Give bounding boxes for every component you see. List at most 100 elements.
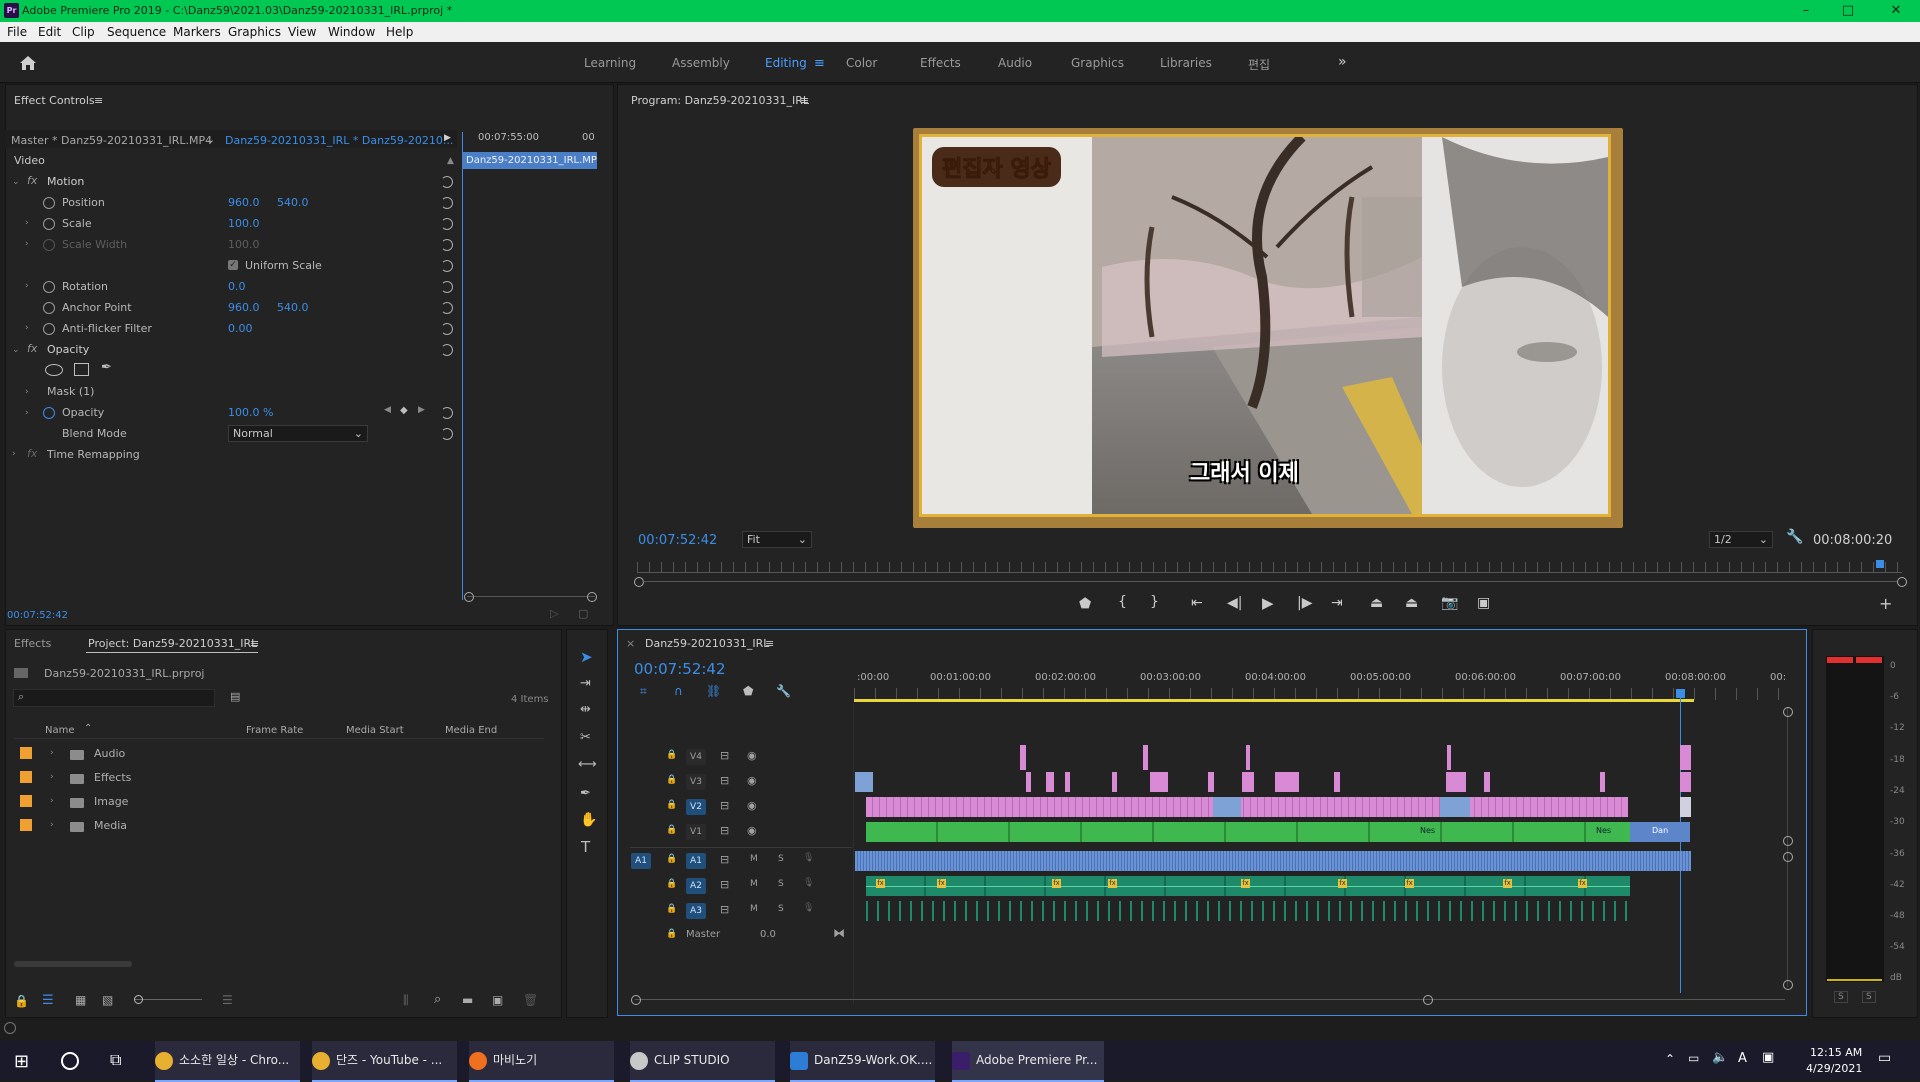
- find-icon[interactable]: ⌕: [434, 992, 441, 1007]
- clip[interactable]: [1020, 745, 1026, 770]
- lock-icon[interactable]: 🔒: [666, 854, 677, 864]
- reset-icon[interactable]: [441, 344, 453, 356]
- scale-value[interactable]: 100.0: [228, 217, 260, 234]
- sync-lock-icon[interactable]: ⊟: [720, 853, 729, 866]
- add-keyframe-icon[interactable]: ◆: [400, 405, 408, 422]
- resolution-dropdown[interactable]: 1/2 ⌄: [1709, 531, 1773, 548]
- ec-timecode[interactable]: 00:07:52:42: [7, 610, 68, 621]
- clip[interactable]: [1065, 772, 1070, 792]
- go-to-in-icon[interactable]: ⇤: [1191, 595, 1203, 611]
- col-frame-rate[interactable]: Frame Rate: [246, 725, 303, 736]
- sync-lock-icon[interactable]: ⊟: [720, 824, 729, 837]
- rotation-value[interactable]: 0.0: [228, 280, 246, 297]
- lift-icon[interactable]: ⏏: [1370, 595, 1383, 611]
- expand-folder-icon[interactable]: ›: [50, 748, 54, 758]
- clip[interactable]: [1334, 772, 1340, 792]
- icon-view-icon[interactable]: ▦: [75, 993, 86, 1007]
- timeline-playhead-handle[interactable]: [1676, 689, 1685, 698]
- clock-time[interactable]: 12:15 AM: [1810, 1046, 1862, 1059]
- lock-icon[interactable]: 🔒: [666, 904, 677, 914]
- workspace-menu-icon[interactable]: ≡: [814, 56, 825, 71]
- mute-button[interactable]: M: [750, 854, 758, 864]
- project-search-input[interactable]: ⌕: [13, 689, 215, 707]
- menu-edit[interactable]: Edit: [38, 25, 61, 39]
- solo-left-button[interactable]: S: [1834, 991, 1848, 1003]
- panel-menu-icon[interactable]: ≡: [94, 94, 103, 107]
- clip[interactable]: [1246, 745, 1250, 770]
- linked-selection-icon[interactable]: ⛓: [706, 684, 721, 698]
- panel-menu-icon[interactable]: ≡: [765, 637, 774, 650]
- export-icon[interactable]: ▷: [550, 607, 558, 620]
- expand-time-remap-icon[interactable]: ›: [12, 449, 16, 459]
- track-v4[interactable]: V4: [686, 749, 706, 765]
- timeline-timecode[interactable]: 00:07:52:42: [634, 660, 726, 678]
- ellipse-mask-icon[interactable]: [45, 364, 63, 376]
- label-color-swatch[interactable]: [20, 819, 32, 831]
- reset-icon[interactable]: [441, 260, 453, 272]
- anchor-y[interactable]: 540.0: [277, 301, 309, 318]
- rectangle-mask-icon[interactable]: [74, 363, 89, 376]
- solo-right-button[interactable]: S: [1862, 991, 1876, 1003]
- mic-icon[interactable]: 🎙: [803, 903, 814, 913]
- task-view-icon[interactable]: ⧉: [110, 1050, 121, 1070]
- horizontal-scrollbar[interactable]: [14, 961, 132, 967]
- eye-icon[interactable]: ◉: [747, 824, 757, 837]
- clip[interactable]: [1680, 772, 1691, 792]
- col-media-end[interactable]: Media End: [445, 725, 497, 736]
- stopwatch-icon[interactable]: [43, 197, 55, 209]
- expand-motion-icon[interactable]: ⌄: [12, 177, 20, 187]
- reset-icon[interactable]: [441, 218, 453, 230]
- panel-menu-icon[interactable]: ≡: [250, 637, 259, 650]
- menu-view[interactable]: View: [288, 25, 316, 39]
- stopwatch-icon[interactable]: [43, 218, 55, 230]
- timeline-settings-icon[interactable]: 🔧: [776, 684, 791, 698]
- col-media-start[interactable]: Media Start: [346, 725, 404, 736]
- track-select-tool-icon[interactable]: ⇥: [580, 676, 591, 691]
- list-view-icon[interactable]: ☰: [42, 993, 54, 1008]
- v1-clips[interactable]: [866, 822, 1630, 842]
- workspace-graphics[interactable]: Graphics: [1071, 56, 1124, 70]
- stopwatch-icon[interactable]: [43, 323, 55, 335]
- program-playhead[interactable]: [1876, 560, 1884, 568]
- lock-icon[interactable]: 🔒: [666, 750, 677, 760]
- solo-button[interactable]: S: [778, 854, 784, 864]
- hand-tool-icon[interactable]: ✋: [580, 812, 597, 828]
- pen-mask-icon[interactable]: ✒: [101, 360, 112, 375]
- clip[interactable]: [1275, 772, 1299, 792]
- notifications-icon[interactable]: ▭: [1878, 1050, 1891, 1066]
- ime-icon[interactable]: ▣: [1762, 1050, 1774, 1065]
- minimize-button[interactable]: –: [1786, 2, 1826, 20]
- add-marker-icon[interactable]: ⬟: [1079, 596, 1091, 612]
- ec-playhead[interactable]: [462, 132, 463, 600]
- home-icon[interactable]: [19, 55, 37, 71]
- prev-keyframe-icon[interactable]: ◀: [384, 405, 391, 422]
- close-button[interactable]: ✕: [1876, 2, 1916, 20]
- scroll-handle[interactable]: [1783, 852, 1793, 862]
- workspace-libraries[interactable]: Libraries: [1160, 56, 1212, 70]
- track-v3[interactable]: V3: [686, 774, 706, 790]
- bin-effects[interactable]: Effects: [94, 771, 131, 784]
- reset-icon[interactable]: [441, 176, 453, 188]
- effects-tab[interactable]: Effects: [14, 637, 51, 650]
- label-color-swatch[interactable]: [20, 747, 32, 759]
- zoom-handle-right[interactable]: [1423, 995, 1433, 1005]
- label-color-swatch[interactable]: [20, 795, 32, 807]
- go-to-out-icon[interactable]: ⇥: [1331, 595, 1343, 611]
- type-tool-icon[interactable]: T: [581, 838, 590, 856]
- menu-help[interactable]: Help: [386, 25, 413, 39]
- position-y[interactable]: 540.0: [277, 196, 309, 213]
- uniform-scale-checkbox[interactable]: ✓: [228, 260, 238, 270]
- expand-opacity-icon[interactable]: ⌄: [12, 345, 20, 355]
- scroll-handle[interactable]: [1783, 836, 1793, 846]
- wrench-icon[interactable]: 🔧: [1786, 529, 1803, 545]
- mark-in-icon[interactable]: {: [1118, 594, 1127, 610]
- new-bin-icon[interactable]: ▤: [230, 690, 240, 703]
- slip-tool-icon[interactable]: ⟷: [578, 757, 597, 772]
- workspace-audio[interactable]: Audio: [998, 56, 1032, 70]
- clip[interactable]: [1112, 772, 1117, 792]
- work-area-bar[interactable]: [854, 699, 1694, 702]
- workspace-editing[interactable]: Editing: [765, 56, 807, 70]
- clip[interactable]: [1208, 772, 1214, 792]
- clip[interactable]: [1446, 772, 1466, 792]
- extract-icon[interactable]: ⏏: [1405, 595, 1418, 611]
